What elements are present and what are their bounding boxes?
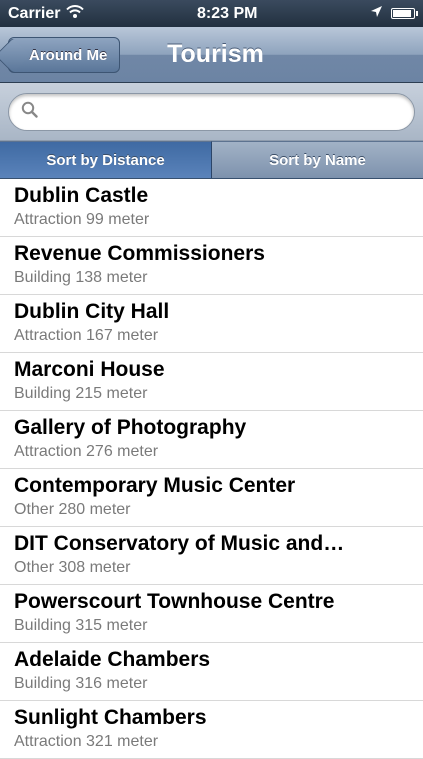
back-button[interactable]: Around Me bbox=[8, 37, 121, 73]
battery-icon bbox=[390, 8, 418, 19]
time-label: 8:23 PM bbox=[197, 4, 258, 22]
location-arrow-icon bbox=[370, 5, 383, 23]
search-input[interactable] bbox=[46, 101, 402, 122]
place-detail: Building 315 meter bbox=[14, 617, 148, 634]
list-item[interactable]: Gallery of Photography Attraction 276 me… bbox=[0, 411, 423, 469]
wifi-icon bbox=[66, 4, 85, 23]
sort-by-distance-button[interactable]: Sort by Distance bbox=[0, 141, 212, 178]
place-detail: Attraction 99 meter bbox=[14, 211, 150, 228]
place-name: Sunlight Chambers bbox=[14, 706, 207, 729]
place-detail: Building 138 meter bbox=[14, 269, 148, 286]
status-bar: Carrier 8:23 PM bbox=[0, 0, 423, 27]
place-detail: Attraction 167 meter bbox=[14, 327, 159, 344]
sort-segmented-control: Sort by Distance Sort by Name bbox=[0, 141, 423, 179]
place-detail: Other 280 meter bbox=[14, 501, 131, 518]
search-bar bbox=[0, 83, 423, 141]
place-detail: Other 308 meter bbox=[14, 559, 131, 576]
place-name: Marconi House bbox=[14, 358, 165, 381]
back-button-label: Around Me bbox=[29, 46, 108, 64]
list-item[interactable]: Contemporary Music Center Other 280 mete… bbox=[0, 469, 423, 527]
list-item[interactable]: Powerscourt Townhouse Centre Building 31… bbox=[0, 585, 423, 643]
sort-by-name-button[interactable]: Sort by Name bbox=[212, 141, 423, 178]
list-item[interactable]: Marconi House Building 215 meter bbox=[0, 353, 423, 411]
place-detail: Attraction 276 meter bbox=[14, 443, 159, 460]
place-name: Powerscourt Townhouse Centre bbox=[14, 590, 335, 613]
list-item[interactable]: Dublin Castle Attraction 99 meter bbox=[0, 179, 423, 237]
carrier-label: Carrier bbox=[8, 4, 61, 22]
place-name: Revenue Commissioners bbox=[14, 242, 265, 265]
place-name: Contemporary Music Center bbox=[14, 474, 296, 497]
place-name: DIT Conservatory of Music and… bbox=[14, 532, 345, 555]
place-name: Gallery of Photography bbox=[14, 416, 247, 439]
navigation-bar: Tourism Around Me bbox=[0, 27, 423, 83]
list-item[interactable]: Adelaide Chambers Building 316 meter bbox=[0, 643, 423, 701]
list-item[interactable]: Sunlight Chambers Attraction 321 meter bbox=[0, 701, 423, 759]
place-name: Adelaide Chambers bbox=[14, 648, 211, 671]
search-icon bbox=[21, 101, 38, 123]
list-item[interactable]: DIT Conservatory of Music and… Other 308… bbox=[0, 527, 423, 585]
list-item[interactable]: Dublin City Hall Attraction 167 meter bbox=[0, 295, 423, 353]
list-item[interactable]: Revenue Commissioners Building 138 meter bbox=[0, 237, 423, 295]
search-field[interactable] bbox=[8, 92, 415, 131]
status-right bbox=[370, 5, 418, 23]
place-name: Dublin Castle bbox=[14, 184, 149, 207]
place-detail: Building 215 meter bbox=[14, 385, 148, 402]
places-list: Dublin Castle Attraction 99 meter Revenu… bbox=[0, 179, 423, 759]
status-left: Carrier bbox=[8, 4, 85, 23]
place-name: Dublin City Hall bbox=[14, 300, 170, 323]
place-detail: Building 316 meter bbox=[14, 675, 148, 692]
